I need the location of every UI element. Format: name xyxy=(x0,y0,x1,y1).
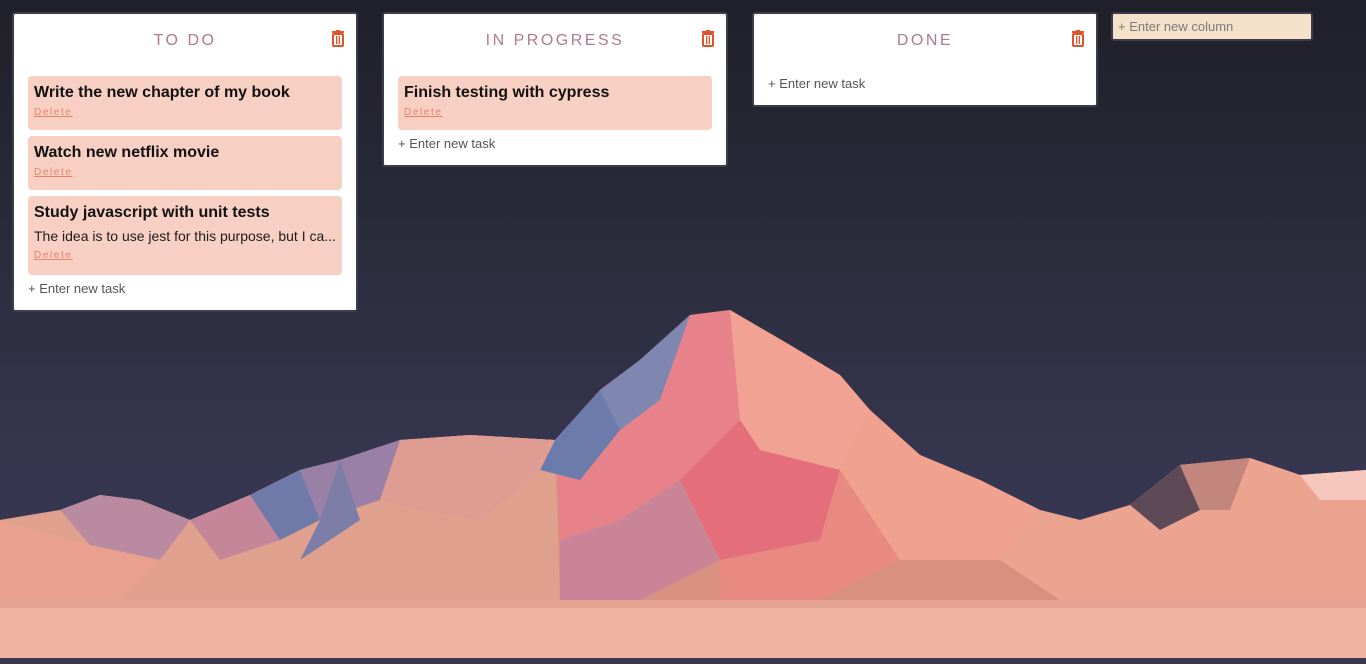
delete-task-link[interactable]: Delete xyxy=(34,107,73,118)
task-title: Watch new netflix movie xyxy=(34,144,220,161)
column-title[interactable]: TO DO xyxy=(14,32,356,50)
column-todo: TO DO Write the new chapter of my book D… xyxy=(12,12,358,312)
task-card[interactable]: Watch new netflix movie Delete xyxy=(28,136,342,190)
task-title: Write the new chapter of my book xyxy=(34,84,290,101)
new-column-field xyxy=(1111,12,1313,41)
column-done: DONE + Enter new task xyxy=(752,12,1098,107)
task-title: Finish testing with cypress xyxy=(404,84,610,101)
trash-icon[interactable] xyxy=(700,30,716,48)
new-task-input[interactable]: + Enter new task xyxy=(768,76,865,91)
new-column-input[interactable] xyxy=(1113,14,1311,39)
delete-task-link[interactable]: Delete xyxy=(34,250,73,261)
trash-icon[interactable] xyxy=(330,30,346,48)
column-in-progress: IN PROGRESS Finish testing with cypress … xyxy=(382,12,728,167)
task-title: Study javascript with unit tests xyxy=(34,204,270,221)
new-task-input[interactable]: + Enter new task xyxy=(398,136,495,151)
task-card[interactable]: Finish testing with cypress Delete xyxy=(398,76,712,130)
task-card[interactable]: Write the new chapter of my book Delete xyxy=(28,76,342,130)
column-title[interactable]: IN PROGRESS xyxy=(384,32,726,50)
delete-task-link[interactable]: Delete xyxy=(404,107,443,118)
delete-task-link[interactable]: Delete xyxy=(34,167,73,178)
trash-icon[interactable] xyxy=(1070,30,1086,48)
task-description: The idea is to use jest for this purpose… xyxy=(34,228,336,244)
column-title[interactable]: DONE xyxy=(754,32,1096,50)
task-card[interactable]: Study javascript with unit tests The ide… xyxy=(28,196,342,275)
new-task-input[interactable]: + Enter new task xyxy=(28,281,125,296)
